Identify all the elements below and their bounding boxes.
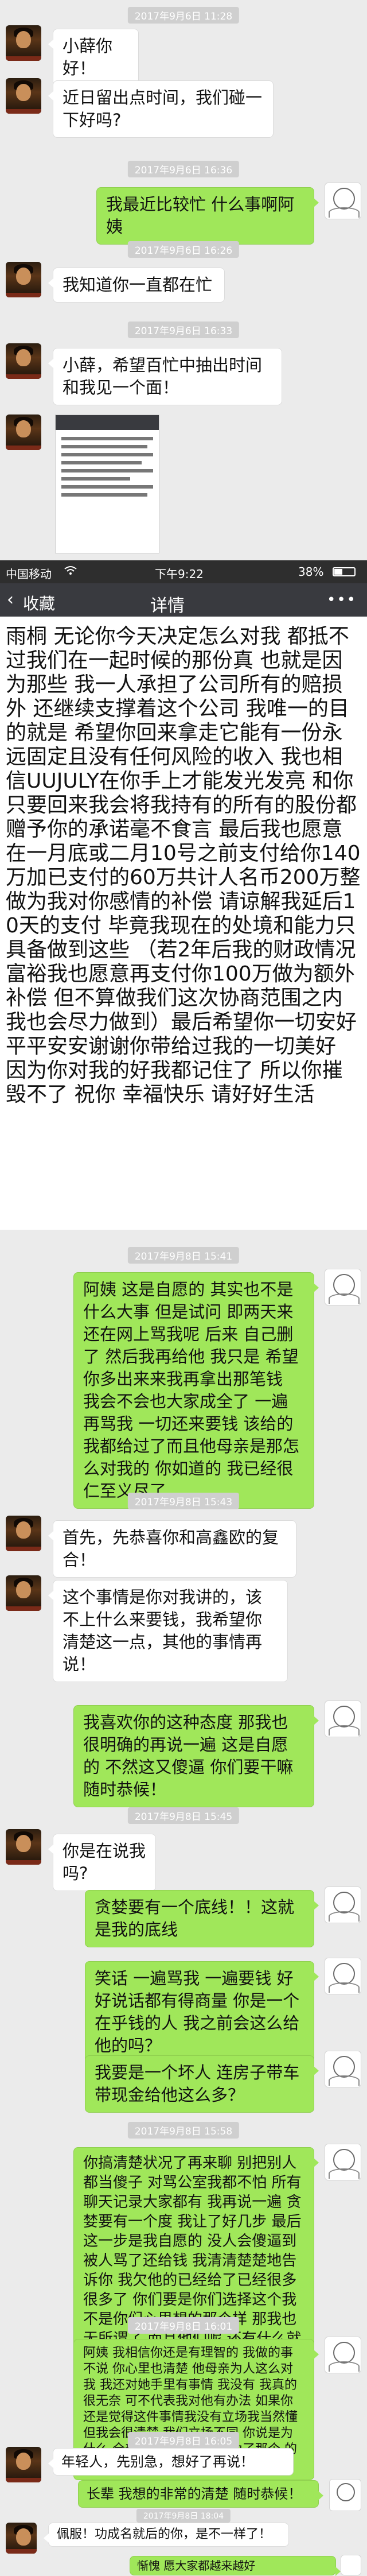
avatar[interactable] [325, 1269, 361, 1306]
outgoing-message: 惭愧 愿大家都越来越好 [130, 2556, 341, 2576]
outgoing-message: 笑话 一遍骂我 一遍要钱 好好说话都有得商量 你是一个在乎钱的人 我之前会这么给… [85, 1961, 319, 2063]
incoming-message: 佩服！功成名就后的你，是不一样了！ [44, 2523, 289, 2547]
more-icon[interactable]: ••• [327, 591, 357, 609]
avatar[interactable] [6, 2523, 37, 2554]
page-title: 详情 [150, 596, 185, 616]
avatar[interactable] [325, 1700, 361, 1737]
favorite-note-body: 雨桐 无论你今天决定怎么对我 都抵不过我们在一起时候的那份真 也就是因为那些 我… [6, 625, 361, 1106]
timestamp: 2017年9月8日 15:41 [127, 1247, 240, 1264]
incoming-message: 年轻人，先别急，想好了再说！ [48, 2448, 294, 2476]
battery-icon [333, 567, 356, 576]
outgoing-message: 贪婪要有一个底线！！这就是我的底线 [85, 1890, 319, 1947]
avatar[interactable] [6, 1575, 41, 1611]
avatar[interactable] [6, 1516, 41, 1551]
timestamp: 2017年9月8日 15:43 [127, 1493, 240, 1509]
avatar[interactable] [325, 1958, 361, 1994]
image-message[interactable] [55, 415, 159, 553]
incoming-message: 小薛，希望百忙中抽出时间和我见一个面！ [48, 348, 282, 405]
timestamp: 2017年9月6日 16:26 [127, 241, 240, 258]
incoming-message: 近日留出点时间，我们碰一下好吗? [48, 80, 274, 138]
outgoing-message: 阿姨 这是自愿的 其实也不是什么大事 但是试问 即两天来 还在网上骂我呢 后来 … [73, 1272, 319, 1509]
back-button[interactable]: 收藏 [23, 591, 55, 614]
avatar[interactable] [329, 2479, 361, 2511]
outgoing-message: 我喜欢你的这种态度 那我也很明确的再说一遍 这是自愿的 不然这又傻逼 你们要干嘛… [73, 1705, 319, 1807]
status-bar: 中国移动 下午9:22 38% [0, 560, 367, 583]
timestamp: 2017年9月6日 16:36 [127, 161, 240, 177]
avatar[interactable] [6, 2447, 41, 2482]
incoming-message: 小薛你好！ [48, 29, 139, 86]
incoming-message: 我知道你一直都在忙 [48, 268, 225, 303]
timestamp: 2017年9月8日 16:05 [127, 2432, 240, 2449]
outgoing-message: 我要是一个坏人 连房子带车带现金给他这么多？ [85, 2055, 319, 2113]
timestamp: 2017年9月8日 15:45 [127, 1807, 240, 1824]
chevron-left-icon[interactable]: ‹ [7, 591, 14, 609]
timestamp: 2017年9月6日 16:33 [127, 321, 240, 338]
avatar[interactable] [6, 415, 41, 450]
embedded-screenshot: 中国移动 下午9:22 38% ‹ 收藏 详情 ••• 雨桐 无论你今天决定怎么… [0, 560, 367, 1230]
outgoing-message: 我最近比较忙 什么事啊阿姨 [96, 187, 319, 245]
avatar[interactable] [325, 1887, 361, 1923]
incoming-message: 首先，先恭喜你和高鑫欧的复合！ [48, 1520, 296, 1578]
avatar[interactable] [6, 25, 41, 61]
incoming-message: 你是在说我吗? [48, 1834, 156, 1891]
incoming-message: 这个事情是你对我讲的，该不上什么来要钱，我希望你清楚这一点，其他的事情再说！ [48, 1580, 288, 1682]
avatar[interactable] [325, 2144, 361, 2180]
timestamp: 2017年9月6日 11:28 [127, 7, 240, 24]
avatar[interactable] [341, 2555, 361, 2575]
avatar[interactable] [6, 262, 41, 297]
navigation-bar: ‹ 收藏 详情 ••• [0, 583, 367, 617]
carrier-label: 中国移动 [6, 567, 52, 581]
avatar[interactable] [6, 78, 41, 114]
timestamp: 2017年9月8日 18:04 [136, 2509, 231, 2523]
avatar[interactable] [325, 2337, 361, 2373]
avatar[interactable] [6, 1829, 41, 1865]
timestamp: 2017年9月8日 16:01 [127, 2317, 240, 2334]
avatar[interactable] [6, 343, 41, 379]
avatar[interactable] [325, 183, 361, 219]
wifi-icon [64, 565, 77, 579]
outgoing-message: 长辈 我想的非常的清楚 随时恭候！ [78, 2480, 323, 2508]
timestamp: 2017年9月8日 15:58 [127, 2122, 240, 2139]
avatar[interactable] [325, 2051, 361, 2087]
battery-percent: 38% [298, 565, 324, 579]
clock: 下午9:22 [155, 567, 204, 581]
